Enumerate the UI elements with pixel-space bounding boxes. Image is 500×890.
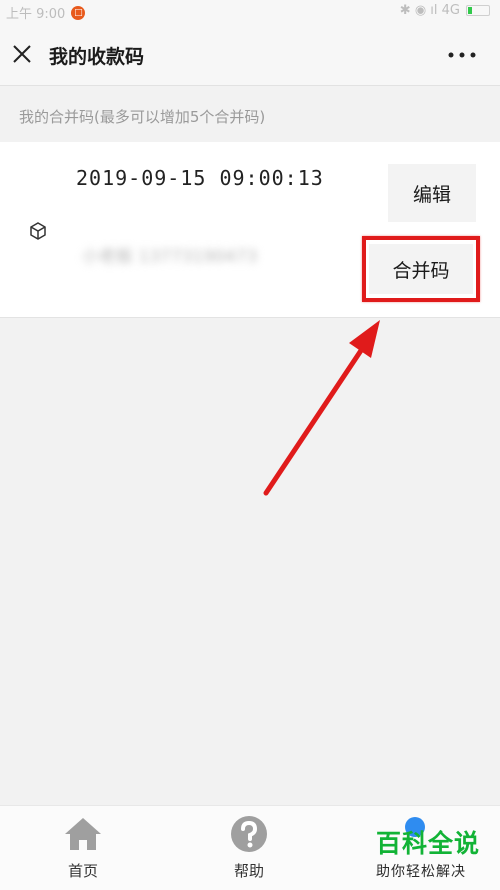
- home-icon: [65, 818, 101, 850]
- tab-home-label: 首页: [67, 862, 98, 880]
- tab-help[interactable]: 帮助: [166, 806, 332, 890]
- annotation-arrow: [263, 320, 380, 496]
- close-icon[interactable]: [12, 44, 32, 64]
- notification-badge: □: [71, 5, 86, 20]
- status-bar: 上午 9:00 □ ✱ ◉ ıl 4G: [0, 0, 500, 24]
- tab-home[interactable]: 首页: [0, 806, 166, 890]
- status-right: ✱ ◉ ıl 4G: [400, 3, 490, 18]
- watermark-subtitle: 助你轻松解决: [376, 864, 466, 880]
- card-owner-name: 小老板 13773190473: [82, 247, 258, 267]
- watermark-logo: 百科全说 助你轻松解决: [376, 830, 492, 881]
- section-hint: 我的合并码(最多可以增加5个合并码): [19, 108, 266, 126]
- page-title: 我的收款码: [49, 46, 145, 68]
- annotation-highlight-box: [362, 236, 480, 302]
- status-left: 上午 9:00 □: [6, 3, 86, 22]
- watermark-title: 百科全说: [376, 829, 481, 858]
- cube-icon: [30, 222, 46, 240]
- nav-bar: 我的收款码: [0, 24, 500, 86]
- status-time: 上午 9:00: [6, 7, 66, 22]
- tab-help-label: 帮助: [233, 862, 264, 880]
- edit-button[interactable]: 编辑: [388, 164, 476, 222]
- card-datetime: 2019-09-15 09:00:13: [76, 166, 324, 190]
- help-icon: [231, 816, 267, 852]
- more-icon[interactable]: [448, 52, 476, 58]
- battery-icon: [466, 5, 490, 16]
- status-signal: ✱ ◉ ıl 4G: [399, 3, 460, 18]
